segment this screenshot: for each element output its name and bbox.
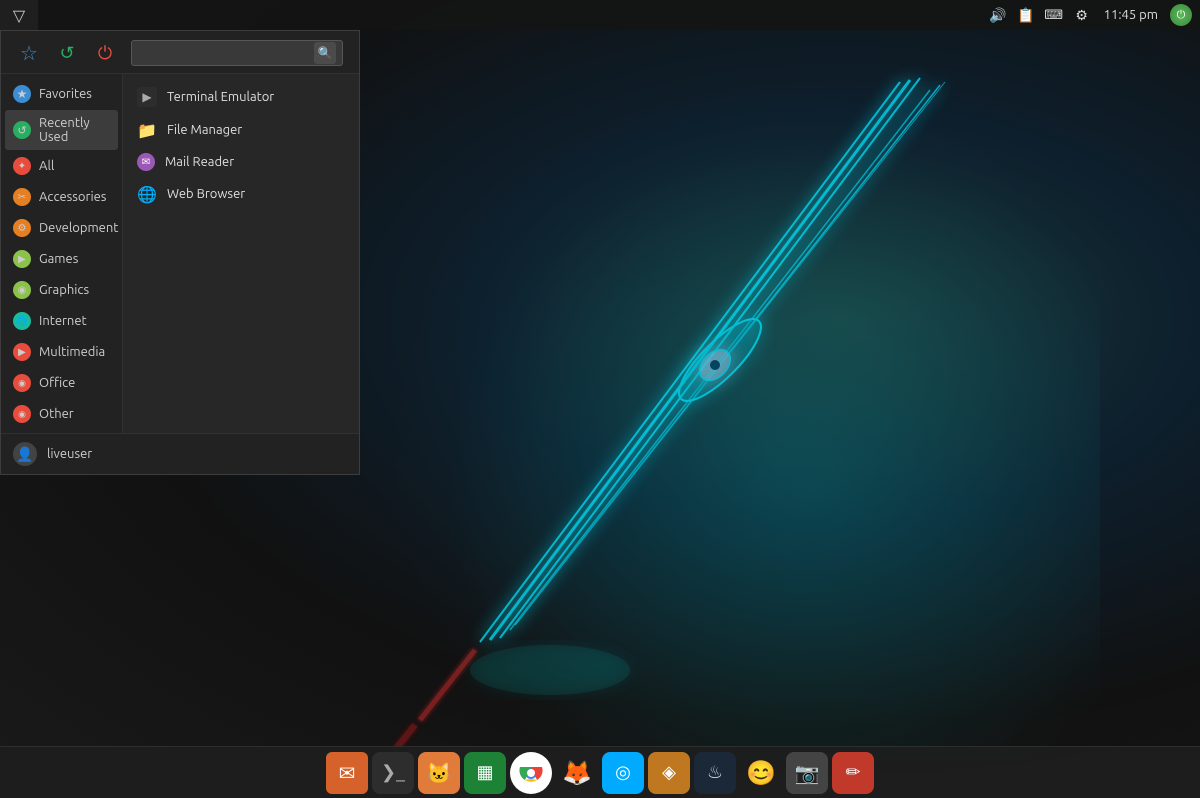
top-panel: ▽ 🔊 📋 ⌨ ⚙ 11:45 pm ⏻ <box>0 0 1200 30</box>
graphics-icon: ◉ <box>13 281 31 299</box>
app-mail-reader[interactable]: ✉ Mail Reader <box>127 147 355 177</box>
sidebar-item-accessories[interactable]: ✂ Accessories <box>5 182 118 212</box>
power-button[interactable]: ⏻ <box>1170 4 1192 26</box>
panel-right: 🔊 📋 ⌨ ⚙ 11:45 pm ⏻ <box>988 4 1200 26</box>
games-icon: ▶ <box>13 250 31 268</box>
graphics-label: Graphics <box>39 283 89 297</box>
app-terminal-emulator[interactable]: ▶ Terminal Emulator <box>127 81 355 113</box>
menu-button[interactable]: ▽ <box>0 0 38 30</box>
mailreader-icon: ✉ <box>137 153 155 171</box>
recently-used-icon: ↺ <box>13 121 31 139</box>
terminal-taskbar-icon[interactable]: ❯_ <box>372 752 414 794</box>
accessories-label: Accessories <box>39 190 106 204</box>
sidebar-item-games[interactable]: ▶ Games <box>5 244 118 274</box>
sidebar-item-multimedia[interactable]: ▶ Multimedia <box>5 337 118 367</box>
internet-label: Internet <box>39 314 87 328</box>
other-label: Other <box>39 407 74 421</box>
camera-taskbar-icon[interactable]: 📷 <box>786 752 828 794</box>
sidebar-item-favorites[interactable]: ★ Favorites <box>5 79 118 109</box>
webbrowser-label: Web Browser <box>167 187 245 201</box>
office-label: Office <box>39 376 75 390</box>
favorites-icon: ★ <box>13 85 31 103</box>
favorites-shortcut-icon[interactable]: ☆ <box>11 39 47 67</box>
blender-taskbar-icon[interactable]: ◎ <box>602 752 644 794</box>
keyboard-icon[interactable]: ⌨ <box>1044 5 1064 25</box>
app-file-manager[interactable]: 📁 File Manager <box>127 114 355 146</box>
all-icon: ✦ <box>13 157 31 175</box>
username-label: liveuser <box>47 447 92 461</box>
development-icon: ⚙ <box>13 219 31 237</box>
search-input[interactable] <box>138 46 314 61</box>
multimedia-label: Multimedia <box>39 345 105 359</box>
mail-taskbar-icon[interactable]: ✉ <box>326 752 368 794</box>
app-menu: ☆ ↺ ⏻ 🔍 ★ Favorites ↺ Recently Used ✦ Al… <box>0 30 360 475</box>
internet-icon: 🌐 <box>13 312 31 330</box>
app-list: ▶ Terminal Emulator 📁 File Manager ✉ Mai… <box>123 74 359 433</box>
sword-image <box>330 60 1090 760</box>
clipboard-icon[interactable]: 📋 <box>1016 5 1036 25</box>
app-web-browser[interactable]: 🌐 Web Browser <box>127 178 355 210</box>
terminal-label: Terminal Emulator <box>167 90 274 104</box>
search-button[interactable]: 🔍 <box>314 42 336 64</box>
sidebar-item-office[interactable]: ◉ Office <box>5 368 118 398</box>
recently-used-label: Recently Used <box>39 116 110 144</box>
office-icon: ◉ <box>13 374 31 392</box>
user-avatar: 👤 <box>13 442 37 466</box>
package-taskbar-icon[interactable]: ◈ <box>648 752 690 794</box>
webbrowser-icon: 🌐 <box>137 184 157 204</box>
chrome-taskbar-icon[interactable] <box>510 752 552 794</box>
settings-gear-icon[interactable]: ⚙ <box>1072 5 1092 25</box>
files-taskbar-icon[interactable]: 🐱 <box>418 752 460 794</box>
sidebar-item-graphics[interactable]: ◉ Graphics <box>5 275 118 305</box>
favorites-label: Favorites <box>39 87 92 101</box>
firefox-taskbar-icon[interactable]: 🦊 <box>556 752 598 794</box>
games-label: Games <box>39 252 78 266</box>
sidebar-item-development[interactable]: ⚙ Development <box>5 213 118 243</box>
chrome-svg-icon <box>518 760 544 786</box>
development-label: Development <box>39 221 118 235</box>
sidebar-item-all[interactable]: ✦ All <box>5 151 118 181</box>
draw-taskbar-icon[interactable]: ✏ <box>832 752 874 794</box>
sidebar-item-recently-used[interactable]: ↺ Recently Used <box>5 110 118 150</box>
sidebar-item-other[interactable]: ◉ Other <box>5 399 118 429</box>
terminal-icon: ▶ <box>137 87 157 107</box>
multimedia-icon: ▶ <box>13 343 31 361</box>
monitor-taskbar-icon[interactable]: ▦ <box>464 752 506 794</box>
menu-top-icons: ☆ ↺ ⏻ 🔍 <box>1 31 359 74</box>
accessories-icon: ✂ <box>13 188 31 206</box>
taskbar: ✉ ❯_ 🐱 ▦ 🦊 ◎ ◈ ♨ 😊 📷 ✏ <box>0 746 1200 798</box>
emoji-taskbar-icon[interactable]: 😊 <box>740 752 782 794</box>
volume-icon[interactable]: 🔊 <box>988 5 1008 25</box>
other-icon: ◉ <box>13 405 31 423</box>
menu-body: ★ Favorites ↺ Recently Used ✦ All ✂ Acce… <box>1 74 359 433</box>
clock: 11:45 pm <box>1104 8 1158 22</box>
filemanager-icon: 📁 <box>137 120 157 140</box>
all-label: All <box>39 159 54 173</box>
power-shortcut-icon[interactable]: ⏻ <box>87 39 123 67</box>
recently-shortcut-icon[interactable]: ↺ <box>49 39 85 67</box>
menu-triangle-icon: ▽ <box>13 6 25 25</box>
sidebar-item-internet[interactable]: 🌐 Internet <box>5 306 118 336</box>
mailreader-label: Mail Reader <box>165 155 234 169</box>
menu-footer: 👤 liveuser <box>1 433 359 474</box>
search-bar: 🔍 <box>131 40 343 66</box>
filemanager-label: File Manager <box>167 123 242 137</box>
steam-taskbar-icon[interactable]: ♨ <box>694 752 736 794</box>
category-list: ★ Favorites ↺ Recently Used ✦ All ✂ Acce… <box>1 74 123 433</box>
